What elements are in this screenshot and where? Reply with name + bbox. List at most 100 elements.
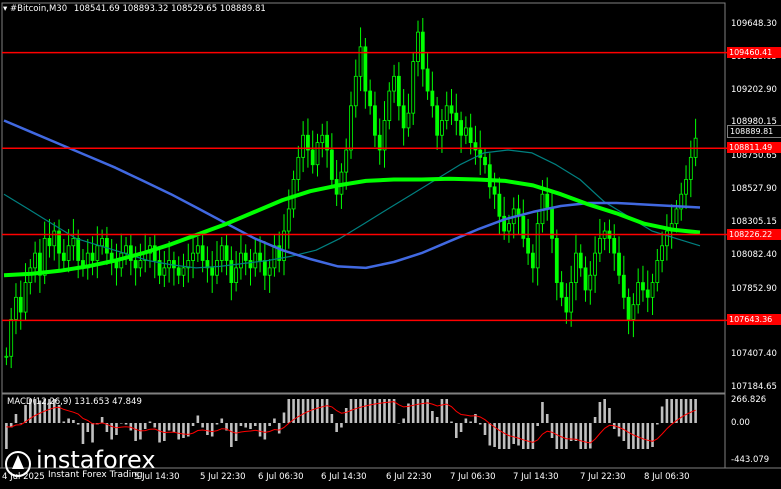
macd-bar (62, 421, 66, 423)
macd-bar (177, 423, 180, 440)
candle (315, 142, 320, 166)
candle (195, 245, 200, 254)
candle (215, 260, 219, 276)
candle (621, 274, 626, 298)
macd-bar (206, 423, 209, 435)
macd-bar (478, 423, 482, 425)
candle (18, 296, 23, 313)
macd-bar (608, 408, 611, 423)
macd-label: MACD(12,26,9) 131.653 47.849 (7, 397, 142, 407)
level-price-label: 108811.49 (727, 142, 781, 154)
candle (497, 193, 502, 217)
candle (100, 237, 105, 247)
candle (641, 282, 645, 291)
candle (272, 245, 277, 269)
macd-bar (617, 423, 621, 437)
candle (301, 134, 306, 158)
candle (387, 90, 392, 121)
candle (248, 260, 253, 269)
candle (492, 186, 497, 195)
macd-bar (431, 411, 434, 423)
macd-bar (498, 423, 501, 449)
macd-bar (14, 414, 18, 423)
candle (172, 260, 176, 269)
macd-bar (541, 402, 544, 423)
candle (454, 112, 459, 121)
candle (674, 208, 679, 225)
macd-bar (574, 423, 578, 441)
macd-bar (469, 421, 472, 423)
macd-bar (593, 417, 597, 423)
candle (191, 252, 195, 261)
macd-bar (454, 423, 458, 438)
candle (420, 31, 425, 70)
candle (66, 245, 71, 261)
macd-bar (239, 423, 243, 426)
macd-bar (684, 399, 688, 423)
macd-bar (517, 423, 520, 446)
candle (373, 105, 377, 136)
macd-bar (378, 399, 382, 423)
macd-bar (603, 399, 606, 423)
macd-bar (153, 423, 157, 428)
macd-bar (579, 423, 583, 449)
macd-tick-bottom: -443.079 (731, 455, 770, 465)
candle (33, 252, 38, 269)
candle (90, 252, 95, 261)
macd-bar (641, 423, 645, 449)
macd-bar (416, 399, 420, 423)
level-price-label: 109460.41 (727, 46, 781, 58)
candle (559, 282, 564, 298)
candle (310, 149, 315, 166)
candle (320, 134, 325, 144)
macd-bar (134, 423, 137, 441)
candle (612, 237, 617, 254)
candle (660, 245, 665, 261)
macd-bar (502, 423, 506, 449)
macd-bar (81, 423, 85, 444)
candle (71, 237, 76, 247)
macd-bar (459, 423, 463, 432)
macd-bar (215, 423, 219, 425)
macd-bar (148, 421, 152, 423)
candle (229, 260, 234, 283)
symbol-label: #Bitcoin,M30 (9, 4, 68, 14)
candle (382, 120, 387, 151)
time-tick-label: 5 Jul 22:30 (200, 472, 246, 482)
menu-arrow-icon[interactable]: ▾ (3, 4, 7, 14)
macd-bar (158, 423, 161, 443)
macd-bar (210, 423, 214, 437)
macd-bar (115, 423, 118, 435)
candle (554, 237, 559, 283)
macd-bar (660, 406, 664, 423)
macd-bar (201, 423, 204, 428)
candle (329, 149, 334, 180)
macd-bar (464, 418, 468, 423)
price-tick-label: 107184.65 (731, 382, 777, 392)
macd-bar (244, 423, 248, 428)
candle (617, 252, 621, 276)
macd-bar (124, 423, 128, 425)
candle (282, 230, 286, 261)
macd-bar (435, 417, 439, 423)
price-tick-label: 107852.90 (731, 283, 777, 294)
macd-bar (344, 408, 348, 423)
time-tick-label: 7 Jul 22:30 (580, 472, 626, 482)
candle (4, 355, 9, 358)
macd-bar (589, 423, 592, 449)
macd-bar (397, 423, 401, 424)
macd-bar (411, 399, 415, 423)
macd-bar (651, 423, 654, 447)
candle (262, 260, 267, 276)
macd-bar (143, 423, 147, 429)
macd-bar (335, 423, 338, 432)
macd-bar (531, 423, 535, 449)
macd-bar (24, 405, 27, 423)
macd-bar (526, 423, 530, 449)
candle (583, 267, 588, 291)
candle (267, 267, 272, 276)
candle (459, 120, 463, 136)
candle (358, 46, 363, 77)
price-chart[interactable] (0, 0, 781, 489)
macd-bar (100, 417, 104, 423)
